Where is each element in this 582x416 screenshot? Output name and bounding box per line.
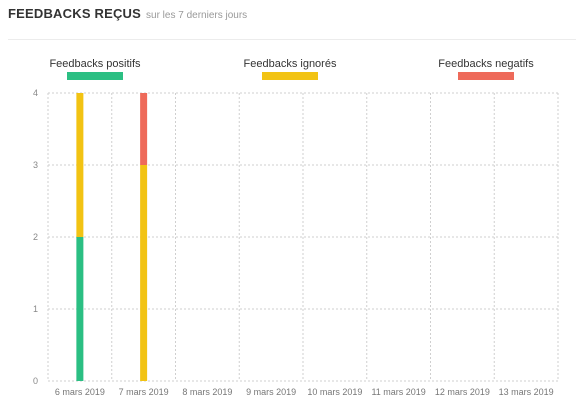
x-tick-label: 12 mars 2019 bbox=[435, 387, 490, 397]
bar-segment bbox=[76, 237, 84, 381]
y-tick-label: 1 bbox=[33, 304, 38, 314]
x-tick-label: 6 mars 2019 bbox=[55, 387, 105, 397]
y-tick-label: 4 bbox=[33, 88, 38, 98]
x-tick-label: 7 mars 2019 bbox=[119, 387, 169, 397]
legend-swatch bbox=[67, 72, 123, 80]
legend-swatch bbox=[458, 72, 514, 80]
bar-segment bbox=[140, 165, 148, 381]
y-tick-label: 3 bbox=[33, 160, 38, 170]
legend-label: Feedbacks ignorés bbox=[244, 58, 337, 70]
legend-swatch bbox=[262, 72, 318, 80]
legend-label: Feedbacks negatifs bbox=[438, 58, 534, 70]
x-tick-label: 8 mars 2019 bbox=[182, 387, 232, 397]
x-tick-label: 13 mars 2019 bbox=[499, 387, 554, 397]
bar-segment bbox=[76, 93, 84, 237]
x-tick-label: 10 mars 2019 bbox=[307, 387, 362, 397]
stacked-bar-chart: 0 1 2 3 4 6 mars 2019 7 mars 2019 8 mars 2019 9 … bbox=[33, 58, 559, 397]
x-tick-label: 9 mars 2019 bbox=[246, 387, 296, 397]
y-tick-label: 0 bbox=[33, 376, 38, 386]
y-tick-label: 2 bbox=[33, 232, 38, 242]
x-tick-label: 11 mars 2019 bbox=[371, 387, 425, 397]
legend-label: Feedbacks positifs bbox=[49, 58, 141, 70]
bar-segment bbox=[140, 93, 148, 165]
